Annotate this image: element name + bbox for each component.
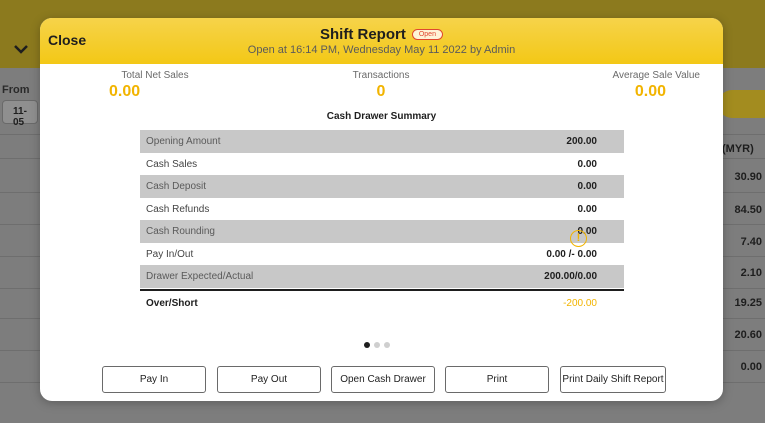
over-short-value: -200.00: [563, 298, 597, 309]
table-row: Cash Sales 0.00: [140, 153, 624, 176]
cash-drawer-table: Opening Amount 200.00 Cash Sales 0.00 Ca…: [140, 130, 624, 288]
cash-drawer-summary-title: Cash Drawer Summary: [326, 111, 437, 122]
modal-title: Shift Report: [320, 26, 406, 43]
from-label: From: [2, 84, 30, 96]
table-row: Cash Refunds 0.00: [140, 198, 624, 221]
row-value: 200.00/0.00: [544, 271, 597, 282]
table-row: Opening Amount 200.00: [140, 130, 624, 153]
title-wrap: Shift Report Open: [40, 26, 723, 44]
chevron-down-icon[interactable]: [10, 38, 32, 60]
table-row: Cash Deposit 0.00: [140, 175, 624, 198]
table-cell-amount: 7.40: [740, 236, 762, 248]
table-cell-amount: 20.60: [734, 329, 762, 341]
status-badge: Open: [411, 29, 443, 40]
print-button[interactable]: Print: [445, 366, 549, 393]
row-value: 0.00: [577, 181, 597, 192]
transactions-stat: Transactions 0: [316, 70, 446, 101]
modal-header: Close Shift Report Open Open at 16:14 PM,…: [40, 18, 723, 64]
warning-icon[interactable]: !: [570, 230, 587, 247]
total-net-sales-stat: Total Net Sales 0.00: [90, 70, 220, 101]
pay-in-button[interactable]: Pay In: [102, 366, 206, 393]
row-label: Cash Rounding: [146, 226, 215, 237]
stat-label: Total Net Sales: [121, 70, 189, 81]
pay-out-button[interactable]: Pay Out: [217, 366, 321, 393]
row-value: 0.00: [577, 203, 597, 215]
table-cell-amount: 84.50: [734, 204, 762, 216]
stat-value: 0.00: [109, 83, 141, 100]
table-row: Cash Rounding 0.00: [140, 220, 624, 243]
row-label: Cash Refunds: [146, 203, 210, 215]
stat-label: Transactions: [352, 70, 410, 81]
page-dot[interactable]: [374, 342, 380, 348]
row-label: Opening Amount: [146, 136, 221, 147]
row-label: Cash Deposit: [146, 181, 207, 192]
table-cell-amount: 2.10: [740, 267, 762, 279]
row-value: 0.00 /- 0.00: [546, 248, 597, 260]
print-daily-shift-report-button[interactable]: Print Daily Shift Report: [560, 366, 666, 393]
background-action-button[interactable]: [718, 90, 765, 118]
page-dot[interactable]: [364, 342, 370, 348]
stat-label: Average Sale Value: [612, 70, 700, 81]
shift-report-modal: Close Shift Report Open Open at 16:14 PM,…: [40, 18, 723, 401]
page-dot[interactable]: [384, 342, 390, 348]
amount-column-header: (MYR): [722, 143, 754, 155]
row-label: Cash Sales: [146, 158, 198, 170]
modal-subtitle: Open at 16:14 PM, Wednesday May 11 2022 …: [247, 44, 516, 56]
open-cash-drawer-button[interactable]: Open Cash Drawer: [331, 366, 435, 393]
stat-value: 0.00: [634, 83, 666, 100]
page-indicator: [364, 342, 390, 348]
from-date-field[interactable]: 11-05: [2, 100, 38, 128]
table-row: Pay In/Out 0.00 /- 0.00: [140, 243, 624, 266]
table-cell-amount: 0.00: [740, 361, 762, 373]
over-short-label: Over/Short: [146, 298, 198, 309]
table-row: Drawer Expected/Actual 200.00/0.00: [140, 265, 624, 288]
table-cell-amount: 30.90: [734, 171, 762, 183]
table-cell-amount: 19.25: [734, 297, 762, 309]
divider: [140, 289, 624, 291]
row-label: Drawer Expected/Actual: [146, 271, 254, 282]
row-value: 0.00: [577, 158, 597, 170]
average-sale-value-stat: Average Sale Value 0.00: [550, 70, 700, 101]
stat-value: 0: [376, 83, 386, 100]
row-label: Pay In/Out: [146, 248, 194, 260]
row-value: 200.00: [566, 136, 597, 147]
